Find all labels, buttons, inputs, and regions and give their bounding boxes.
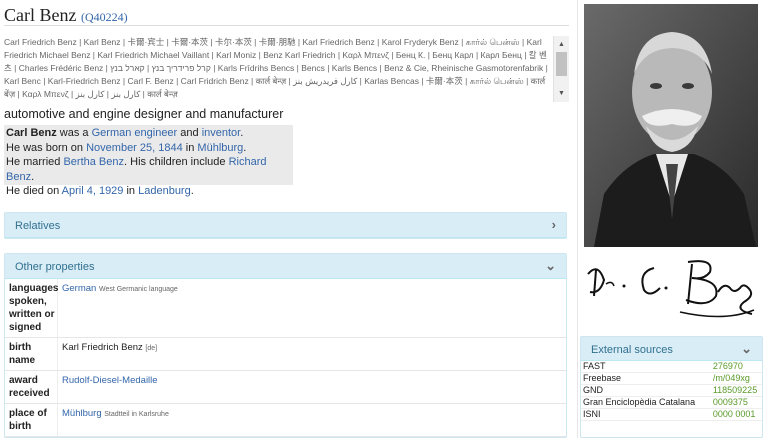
- scroll-up-icon[interactable]: ▲: [558, 38, 565, 51]
- property-row: languages spoken, written or signed Germ…: [5, 279, 566, 338]
- property-value: Rudolf-Diesel-Medaille: [58, 371, 158, 403]
- summary-line-death: He died on April 4, 1929 in Ladenburg.: [6, 184, 291, 199]
- death-place-link[interactable]: Ladenburg: [138, 185, 191, 197]
- summary-text: .: [190, 185, 194, 197]
- summary-line-occupation: Carl Benz was a German engineer and inve…: [6, 126, 291, 141]
- source-name: GND: [581, 384, 703, 397]
- summary-text: He was born on: [6, 141, 87, 154]
- relatives-panel[interactable]: Relatives ›: [4, 212, 567, 239]
- scroll-down-icon[interactable]: ▼: [558, 87, 565, 100]
- source-id-link[interactable]: 0009375: [702, 396, 762, 409]
- chevron-down-icon[interactable]: ⌄: [741, 341, 752, 357]
- right-sidebar: External sources ⌄ FAST 276970 Freebase/m…: [577, 0, 768, 438]
- property-row: place of birth Mühlburg Stadtteil in Kar…: [5, 404, 566, 437]
- external-sources-table: FAST 276970 Freebase/m/049xg GND 118509225…: [581, 361, 762, 421]
- main-column: Carl Benz (Q40224) Carl Friedrich Benz |…: [4, 0, 569, 438]
- summary-text: and: [177, 127, 202, 139]
- external-source-row: Gran Enciclopèdia Catalana 0009375: [581, 396, 762, 409]
- summary-box: Carl Benz was a German engineer and inve…: [4, 125, 293, 197]
- external-sources-panel: External sources ⌄ FAST 276970 Freebase/m…: [580, 336, 763, 438]
- signature-illustration: [584, 252, 758, 328]
- aliases-box[interactable]: Carl Friedrich Benz | Karl Benz | 卡爾·宾士 …: [4, 36, 569, 102]
- summary-text: He married: [6, 156, 64, 168]
- source-id-link[interactable]: 118509225: [702, 384, 762, 397]
- entity-qid[interactable]: (Q40224): [81, 10, 128, 24]
- other-properties-panel-header[interactable]: Other properties ⌄: [5, 254, 566, 279]
- aliases-scrollbar[interactable]: ▲ ▼: [553, 36, 569, 102]
- external-source-row: FAST 276970: [581, 361, 762, 373]
- summary-text: .: [243, 141, 247, 154]
- summary-text: .: [240, 127, 244, 139]
- entity-label: Carl Benz: [4, 5, 77, 25]
- summary-text: in: [182, 141, 198, 154]
- source-name: FAST: [581, 361, 703, 373]
- birth-place-link[interactable]: Mühlburg: [197, 142, 243, 154]
- other-properties-panel: Other properties ⌄ languages spoken, wri…: [4, 253, 567, 438]
- summary-subject: Carl Benz: [6, 127, 57, 139]
- birth-name-value: Karl Friedrich Benz: [62, 342, 143, 353]
- relatives-panel-title: Relatives: [15, 220, 61, 232]
- language-qualifier: [de]: [145, 345, 158, 352]
- chevron-down-icon[interactable]: ⌄: [545, 258, 556, 274]
- occupation-link-german-engineer[interactable]: German engineer: [92, 127, 178, 139]
- property-row: award received Rudolf-Diesel-Medaille: [5, 371, 566, 404]
- aliases-list: Carl Friedrich Benz | Karl Benz | 卡爾·宾士 …: [4, 37, 548, 99]
- external-sources-header[interactable]: External sources ⌄: [581, 337, 762, 361]
- language-link[interactable]: German: [62, 283, 96, 294]
- external-source-row: GND 118509225: [581, 384, 762, 397]
- portrait-image[interactable]: [584, 4, 758, 247]
- page-title: Carl Benz (Q40224): [4, 5, 128, 26]
- property-label: birth name: [5, 338, 58, 370]
- property-value: Mühlburg Stadtteil in Karlsruhe: [58, 404, 169, 436]
- external-source-row: ISNI 0000 0001: [581, 408, 762, 421]
- source-id-link[interactable]: 276970: [702, 361, 762, 373]
- source-id-link[interactable]: /m/049xg: [702, 372, 762, 385]
- summary-text: .: [31, 170, 35, 183]
- external-source-row: Freebase/m/049xg: [581, 372, 762, 385]
- property-qualifier: Stadtteil in Karlsruhe: [104, 411, 169, 418]
- external-sources-title: External sources: [591, 344, 673, 356]
- source-name: Gran Enciclopèdia Catalana: [581, 396, 703, 409]
- summary-line-family: He married Bertha Benz. His children inc…: [6, 155, 291, 184]
- property-qualifier: West Germanic language: [98, 286, 178, 293]
- summary-text: in: [123, 185, 139, 197]
- birth-date-link[interactable]: November 25, 1844: [86, 142, 183, 154]
- other-properties-panel-title: Other properties: [15, 261, 95, 273]
- relatives-panel-header[interactable]: Relatives ›: [5, 213, 566, 238]
- property-row: birth name Karl Friedrich Benz [de]: [5, 338, 566, 371]
- summary-text: He died on: [6, 185, 62, 197]
- source-name: ISNI: [581, 408, 703, 421]
- summary-text: was a: [56, 127, 92, 139]
- title-row: Carl Benz (Q40224): [4, 4, 569, 26]
- award-link[interactable]: Rudolf-Diesel-Medaille: [62, 375, 158, 386]
- property-label: languages spoken, written or signed: [5, 279, 58, 337]
- source-name: Freebase: [581, 372, 703, 385]
- spouse-link[interactable]: Bertha Benz: [63, 156, 124, 168]
- summary-text: . His children include: [124, 156, 229, 168]
- property-label: place of birth: [5, 404, 58, 436]
- summary-line-birth: He was born on November 25, 1844 in Mühl…: [6, 141, 291, 156]
- chevron-right-icon[interactable]: ›: [552, 217, 556, 232]
- source-id-link[interactable]: 0000 0001: [702, 408, 762, 421]
- property-value: German West Germanic language: [58, 279, 178, 337]
- property-value: Karl Friedrich Benz [de]: [58, 338, 157, 370]
- signature-image: [584, 252, 758, 328]
- property-label: award received: [5, 371, 58, 403]
- entity-description: automotive and engine designer and manuf…: [4, 107, 284, 121]
- occupation-link-inventor[interactable]: inventor: [202, 127, 241, 139]
- birth-place-property-link[interactable]: Mühlburg: [62, 408, 102, 419]
- portrait-illustration: [584, 4, 758, 247]
- scrollbar-thumb[interactable]: [556, 52, 567, 76]
- death-date-link[interactable]: April 4, 1929: [62, 185, 124, 197]
